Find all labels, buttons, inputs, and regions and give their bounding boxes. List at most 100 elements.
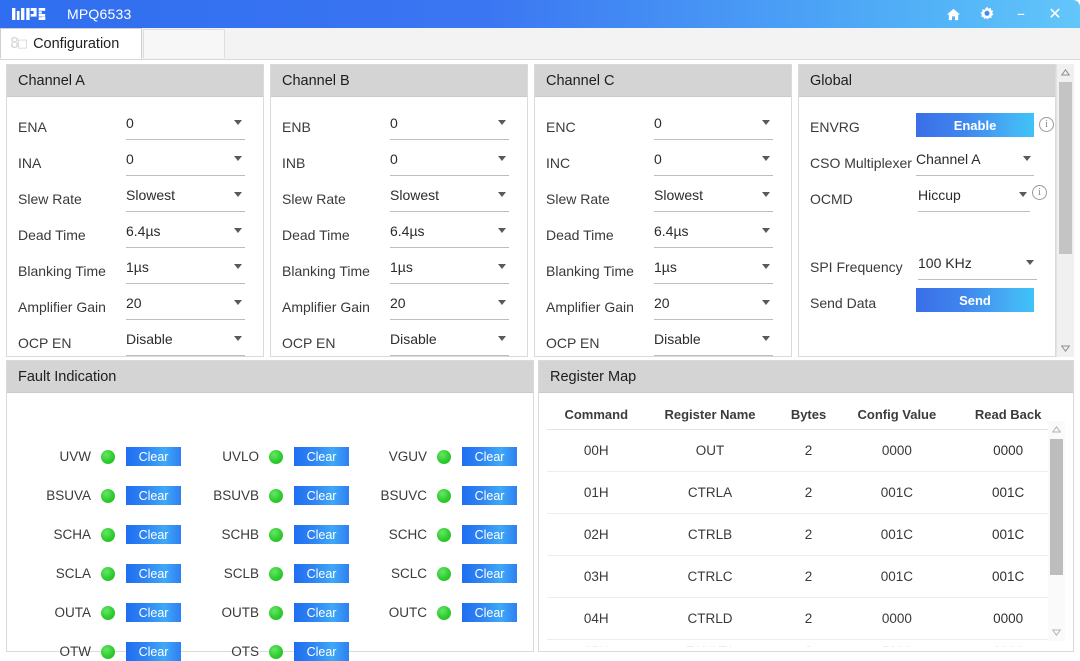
table-row[interactable]: 05H FAULT1 2 5000 0000: [547, 639, 1065, 647]
clear-button[interactable]: Clear: [294, 486, 349, 505]
send-button[interactable]: Send: [916, 288, 1034, 312]
dropdown-ena[interactable]: 0: [126, 114, 245, 140]
minimize-button[interactable]: –: [1004, 0, 1038, 28]
field-label: Slew Rate: [546, 191, 610, 207]
dropdown-ina[interactable]: 0: [126, 150, 245, 176]
title-bar: MPQ6533 – ✕: [0, 0, 1080, 28]
dropdown-ocp-en[interactable]: Disable: [390, 330, 509, 356]
clear-button[interactable]: Clear: [462, 603, 517, 622]
clear-button[interactable]: Clear: [294, 642, 349, 661]
dropdown-dead-time[interactable]: 6.4µs: [654, 222, 773, 248]
panel-register-map: Register Map Command Register Name Bytes…: [538, 360, 1074, 652]
dropdown-value: 0: [390, 151, 398, 167]
tab-configuration[interactable]: 8□ Configuration: [0, 28, 142, 59]
dropdown-value: 20: [126, 295, 142, 311]
dropdown-blanking-time[interactable]: 1µs: [390, 258, 509, 284]
dropdown-ocp-en[interactable]: Disable: [654, 330, 773, 356]
clear-button[interactable]: Clear: [126, 564, 181, 583]
clear-button[interactable]: Clear: [462, 525, 517, 544]
chevron-down-icon: [762, 192, 770, 197]
dropdown-amplifier-gain[interactable]: 20: [654, 294, 773, 320]
clear-button[interactable]: Clear: [462, 486, 517, 505]
field-row-spi: SPI Frequency 100 KHz: [799, 249, 1055, 285]
scroll-up-arrow[interactable]: [1057, 64, 1074, 81]
scroll-down-arrow[interactable]: [1048, 624, 1065, 641]
status-led: [269, 566, 283, 581]
cso-label: CSO Multiplexer: [810, 155, 912, 171]
fault-label: OUTC: [388, 605, 427, 620]
cell-command: 00H: [547, 429, 646, 472]
clear-button[interactable]: Clear: [126, 603, 181, 622]
clear-button[interactable]: Clear: [126, 525, 181, 544]
dropdown-ocp-en[interactable]: Disable: [126, 330, 245, 356]
fault-label: SCLB: [223, 566, 259, 581]
table-row[interactable]: 03H CTRLC 2 001C 001C: [547, 555, 1065, 598]
fault-label: UVLO: [222, 449, 259, 464]
chevron-down-icon: [498, 264, 506, 269]
scroll-thumb[interactable]: [1059, 82, 1072, 254]
dropdown-slew-rate[interactable]: Slowest: [126, 186, 245, 212]
field-label: Dead Time: [546, 227, 614, 243]
cell-config: 0000: [842, 597, 952, 640]
dropdown-inb[interactable]: 0: [390, 150, 509, 176]
field-row: Dead Time 6.4µs: [271, 217, 527, 253]
info-icon[interactable]: i: [1039, 117, 1054, 132]
spi-frequency-label: SPI Frequency: [810, 259, 903, 275]
fault-label: OTS: [231, 644, 259, 659]
home-icon[interactable]: [936, 0, 970, 28]
gear-icon[interactable]: [970, 0, 1004, 28]
dropdown-dead-time[interactable]: 6.4µs: [390, 222, 509, 248]
dropdown-enb[interactable]: 0: [390, 114, 509, 140]
info-icon[interactable]: i: [1032, 185, 1047, 200]
clear-button[interactable]: Clear: [462, 564, 517, 583]
chevron-down-icon: [498, 120, 506, 125]
scroll-thumb[interactable]: [1050, 439, 1063, 575]
dropdown-value: 0: [390, 115, 398, 131]
table-row[interactable]: 02H CTRLB 2 001C 001C: [547, 513, 1065, 556]
field-label: OCP EN: [546, 335, 600, 351]
config-scrollbar[interactable]: [1056, 64, 1074, 357]
dropdown-spi-frequency[interactable]: 100 KHz: [918, 254, 1037, 280]
dropdown-blanking-time[interactable]: 1µs: [126, 258, 245, 284]
cell-name: CTRLD: [645, 597, 775, 640]
field-label: Amplifier Gain: [18, 299, 106, 315]
clear-button[interactable]: Clear: [294, 603, 349, 622]
fault-label: OTW: [59, 644, 92, 659]
clear-button[interactable]: Clear: [126, 447, 181, 466]
dropdown-value: 0: [126, 115, 134, 131]
fault-label: UVW: [59, 449, 92, 464]
panel-channel-b: Channel B ENB 0 INB 0 Slew Rate Slowest …: [270, 64, 528, 357]
dropdown-ocmd[interactable]: Hiccup: [918, 186, 1030, 212]
clear-button[interactable]: Clear: [294, 525, 349, 544]
panel-title: Channel B: [282, 72, 350, 89]
dropdown-slew-rate[interactable]: Slowest: [390, 186, 509, 212]
table-row[interactable]: 01H CTRLA 2 001C 001C: [547, 471, 1065, 514]
cell-command: 01H: [547, 471, 646, 514]
dropdown-amplifier-gain[interactable]: 20: [126, 294, 245, 320]
close-button[interactable]: ✕: [1038, 0, 1072, 28]
panel-header-channel-a: Channel A: [7, 65, 263, 97]
dropdown-cso-multiplexer[interactable]: Channel A: [916, 150, 1034, 176]
clear-button[interactable]: Clear: [126, 486, 181, 505]
clear-button[interactable]: Clear: [294, 564, 349, 583]
fault-item-bsuva: BSUVA Clear: [29, 486, 181, 505]
table-row[interactable]: 00H OUT 2 0000 0000: [547, 429, 1065, 472]
dropdown-slew-rate[interactable]: Slowest: [654, 186, 773, 212]
status-led: [101, 605, 115, 620]
envrg-enable-button[interactable]: Enable: [916, 113, 1034, 137]
dropdown-amplifier-gain[interactable]: 20: [390, 294, 509, 320]
dropdown-inc[interactable]: 0: [654, 150, 773, 176]
clear-button[interactable]: Clear: [294, 447, 349, 466]
table-row[interactable]: 04H CTRLD 2 0000 0000: [547, 597, 1065, 640]
status-led: [101, 644, 115, 659]
register-map-scrollbar[interactable]: [1048, 421, 1065, 641]
dropdown-dead-time[interactable]: 6.4µs: [126, 222, 245, 248]
clear-button[interactable]: Clear: [126, 642, 181, 661]
dropdown-blanking-time[interactable]: 1µs: [654, 258, 773, 284]
clear-button[interactable]: Clear: [462, 447, 517, 466]
cell-config: 0000: [842, 429, 952, 472]
dropdown-enc[interactable]: 0: [654, 114, 773, 140]
scroll-down-arrow[interactable]: [1057, 340, 1074, 357]
scroll-up-arrow[interactable]: [1048, 421, 1065, 438]
field-label: OCP EN: [282, 335, 336, 351]
